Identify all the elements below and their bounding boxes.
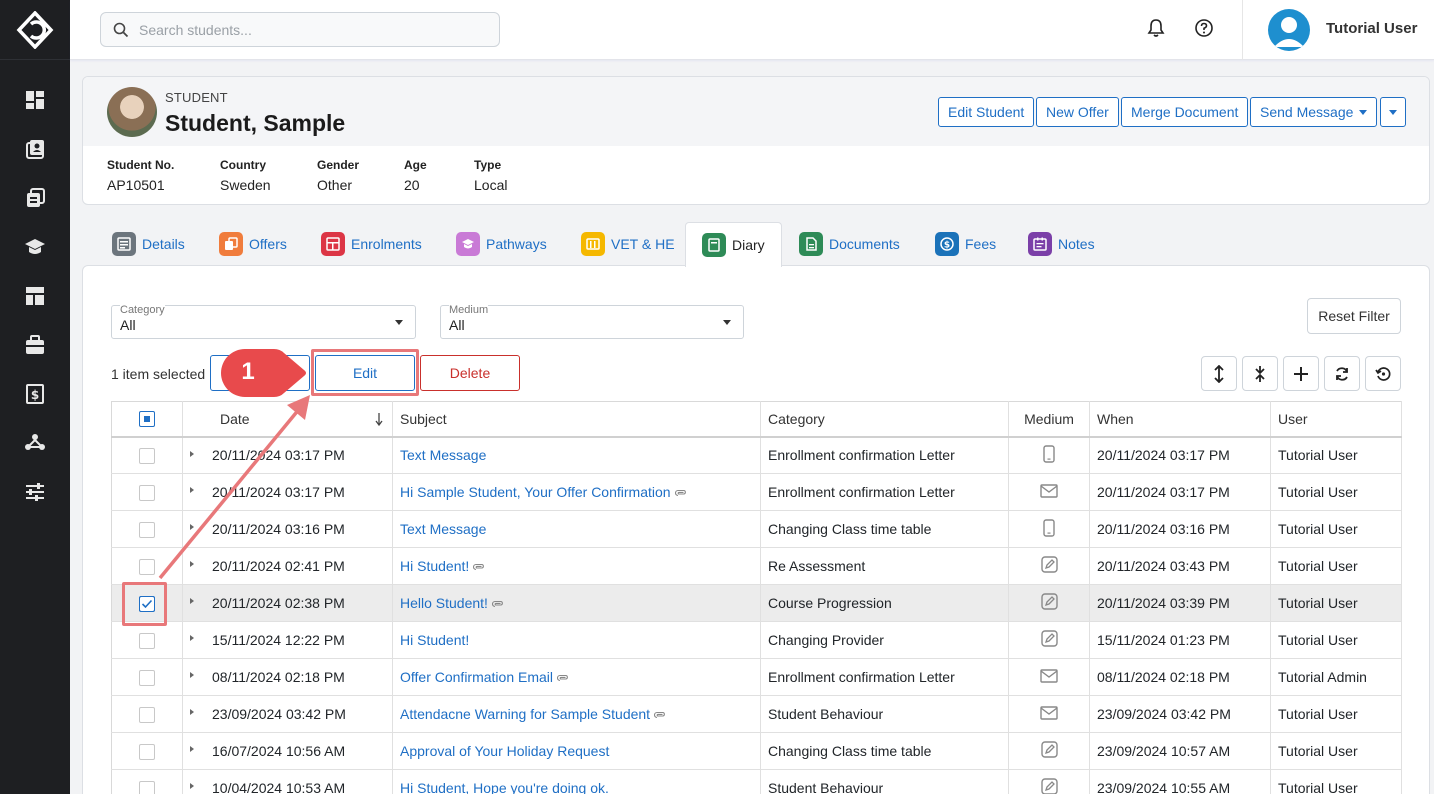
step-number: 1: [241, 358, 255, 385]
annotation-arrows: [158, 395, 310, 580]
step-badge: 1: [218, 346, 306, 400]
